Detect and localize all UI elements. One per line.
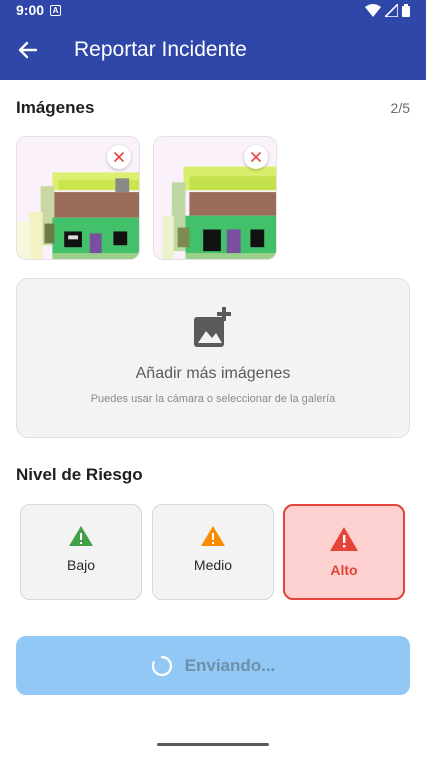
status-time: 9:00 bbox=[16, 2, 45, 18]
image-thumbnail[interactable] bbox=[16, 136, 140, 260]
signal-icon bbox=[385, 3, 398, 17]
add-photo-icon bbox=[194, 307, 231, 347]
images-section-header: Imágenes 2/5 bbox=[16, 98, 410, 118]
add-images-button[interactable]: Añadir más imágenes Puedes usar la cámar… bbox=[16, 278, 410, 438]
loading-spinner-icon bbox=[151, 655, 172, 676]
page-title: Reportar Incidente bbox=[74, 38, 247, 61]
risk-option-label: Bajo bbox=[66, 557, 96, 573]
close-icon bbox=[251, 152, 261, 162]
risk-section-header: Nivel de Riesgo bbox=[16, 465, 410, 485]
status-icons bbox=[365, 3, 410, 17]
risk-section-title: Nivel de Riesgo bbox=[16, 465, 143, 484]
status-bar: 9:00 A bbox=[0, 0, 426, 20]
add-images-title: Añadir más imágenes bbox=[135, 365, 291, 382]
home-indicator[interactable] bbox=[157, 743, 269, 746]
submit-label: Enviando... bbox=[184, 655, 276, 675]
risk-option-label: Medio bbox=[193, 557, 233, 573]
app-bar: Reportar Incidente bbox=[0, 20, 426, 80]
arrow-left-icon bbox=[18, 41, 38, 59]
add-images-subtitle: Puedes usar la cámara o seleccionar de l… bbox=[90, 393, 336, 405]
battery-icon bbox=[402, 3, 410, 17]
images-counter: 2/5 bbox=[390, 100, 410, 116]
warning-icon bbox=[201, 526, 225, 546]
risk-option-label: Alto bbox=[330, 562, 358, 578]
warning-icon bbox=[330, 527, 358, 551]
images-section-title: Imágenes bbox=[16, 98, 95, 117]
remove-image-button[interactable] bbox=[244, 145, 268, 169]
submit-button[interactable]: Enviando... bbox=[16, 636, 410, 695]
risk-option-medio[interactable]: Medio bbox=[152, 504, 274, 600]
risk-option-alto[interactable]: Alto bbox=[283, 504, 405, 600]
wifi-icon bbox=[365, 3, 381, 17]
notification-icon: A bbox=[50, 4, 62, 16]
risk-option-bajo[interactable]: Bajo bbox=[20, 504, 142, 600]
image-thumbnail[interactable] bbox=[153, 136, 277, 260]
remove-image-button[interactable] bbox=[107, 145, 131, 169]
warning-icon bbox=[69, 526, 93, 546]
close-icon bbox=[114, 152, 124, 162]
back-button[interactable] bbox=[0, 20, 56, 80]
